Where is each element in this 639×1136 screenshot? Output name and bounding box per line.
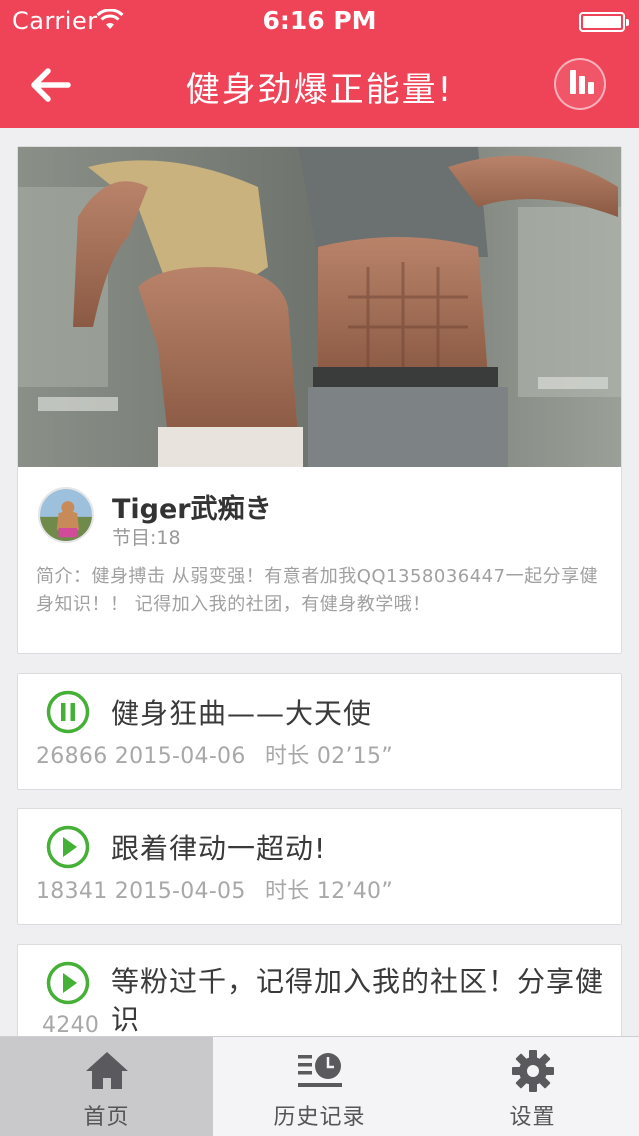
episode-count: 节目:18 [112,527,181,549]
episode-item[interactable]: 健身狂曲——大天使 26866 2015-04-06 时长 02’15” [17,673,622,790]
header: Carrier 6:16 PM 健身劲爆正能量! [0,0,639,128]
tab-home[interactable]: 首页 [0,1037,213,1136]
intro-text: 简介：健身搏击 从弱变强！有意者加我QQ1358036447一起分享健身知识！！… [36,566,599,615]
page-title: 健身劲爆正能量! [185,70,454,110]
play-icon[interactable] [46,961,90,1005]
cover-photo [18,147,621,467]
tab-bar: 首页 历史记录 设置 [0,1036,639,1136]
equalizer-icon [570,70,576,94]
episode-date: 2015-04-06 [114,744,246,769]
episode-item[interactable]: 跟着律动一超动! 18341 2015-04-05 时长 12’40” [17,808,622,925]
now-playing-button[interactable] [554,58,606,110]
back-arrow-icon[interactable] [24,60,76,110]
screen: Carrier 6:16 PM 健身劲爆正能量! Tiger武痴き 节目:18 … [0,0,639,1136]
episode-duration: 时长 02’15” [264,744,394,769]
episode-duration: 时长 12’40” [264,879,394,904]
episode-meta: 18341 2015-04-05 时长 12’40” [36,873,393,905]
history-icon [297,1053,342,1087]
tab-history[interactable]: 历史记录 [213,1037,426,1136]
equalizer-bar [579,76,585,94]
avatar[interactable] [38,487,94,543]
battery-icon [579,12,629,32]
nav-bar: 健身劲爆正能量! [0,40,639,128]
play-count: 4240 [42,1013,100,1038]
author-name[interactable]: Tiger武痴き [112,487,272,526]
pause-icon[interactable] [46,690,90,734]
gear-icon [511,1050,554,1092]
episode-meta: 26866 2015-04-06 时长 02’15” [36,738,393,770]
equalizer-bar [588,82,594,94]
play-count: 26866 [36,744,108,769]
tab-label: 设置 [509,1105,556,1130]
episode-title: 跟着律动一超动! [111,832,327,865]
episode-meta: 4240 [42,1013,99,1038]
play-icon[interactable] [46,825,90,869]
episode-title: 等粉过千，记得加入我的社区！分享健识 [111,965,605,1036]
episode-date: 2015-04-05 [114,879,246,904]
episode-title: 健身狂曲——大天使 [111,697,373,730]
tab-label: 首页 [83,1105,130,1130]
profile-card[interactable]: Tiger武痴き 节目:18 简介：健身搏击 从弱变强！有意者加我QQ13580… [17,146,622,654]
tab-label: 历史记录 [273,1105,366,1130]
play-count: 18341 [36,879,108,904]
status-bar: Carrier 6:16 PM [0,0,639,40]
home-icon [85,1052,128,1089]
clock: 6:16 PM [262,6,377,35]
tab-settings[interactable]: 设置 [426,1037,639,1136]
